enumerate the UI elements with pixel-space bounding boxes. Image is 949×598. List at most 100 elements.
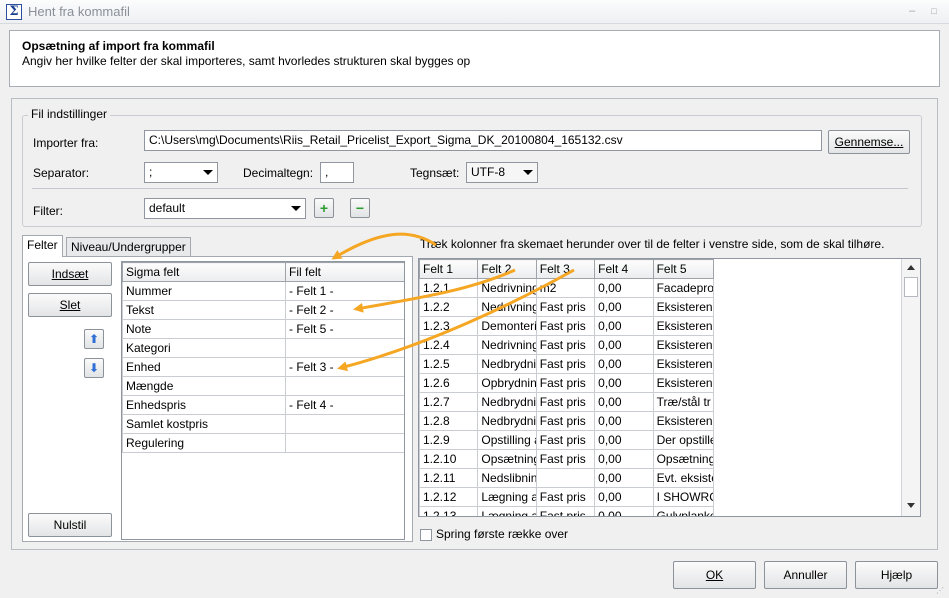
preview-cell[interactable]: Fast pris [535, 354, 596, 374]
preview-cell[interactable]: Nedslibnin [477, 468, 537, 488]
preview-cell[interactable]: Eksisteren [652, 354, 715, 374]
browse-button[interactable]: Gennemse... [828, 130, 910, 154]
sigma-field-cell[interactable]: Note [122, 319, 286, 339]
sigma-field-cell[interactable]: Tekst [122, 300, 286, 320]
preview-cell[interactable]: 1.2.11 [419, 468, 479, 488]
preview-cell[interactable] [535, 468, 596, 488]
preview-cell[interactable]: 1.2.3 [419, 316, 479, 336]
preview-cell[interactable]: Lægning a [477, 487, 537, 507]
column-header-sigma-felt[interactable]: Sigma felt [122, 262, 286, 282]
file-field-cell[interactable]: - Felt 4 - [285, 395, 404, 415]
filter-combo[interactable]: default [144, 198, 306, 219]
cancel-button[interactable]: Annuller [764, 561, 847, 589]
resize-grip[interactable]: ⋰ [936, 586, 946, 596]
preview-cell[interactable]: 1.2.8 [419, 411, 479, 431]
file-field-cell[interactable] [285, 414, 404, 434]
preview-cell[interactable]: 0,00 [594, 449, 654, 469]
sigma-field-cell[interactable]: Mængde [122, 376, 286, 396]
preview-cell[interactable]: 0,00 [594, 354, 654, 374]
preview-cell[interactable]: Nedbrydnir [477, 392, 537, 412]
preview-cell[interactable]: Eksisteren [652, 373, 715, 393]
preview-cell[interactable]: Fast pris [535, 411, 596, 431]
preview-cell[interactable]: 0,00 [594, 278, 654, 298]
charset-combo[interactable]: UTF-8 [466, 162, 538, 183]
preview-cell[interactable]: Nedrivning [477, 278, 537, 298]
preview-cell[interactable]: Demonteri [477, 316, 537, 336]
move-up-button[interactable]: ⬆ [84, 329, 104, 349]
file-field-cell[interactable] [285, 376, 404, 396]
sigma-field-cell[interactable]: Enhed [122, 357, 286, 377]
preview-cell[interactable]: 0,00 [594, 468, 654, 488]
preview-cell[interactable]: Opbrydnin [477, 373, 537, 393]
preview-column-header[interactable]: Felt 2 [477, 259, 537, 279]
preview-cell[interactable]: Fast pris [535, 335, 596, 355]
preview-cell[interactable]: Lægning a [477, 506, 537, 516]
preview-cell[interactable]: Eksisteren [652, 316, 715, 336]
preview-cell[interactable]: 0,00 [594, 297, 654, 317]
preview-cell[interactable]: Fast pris [535, 449, 596, 469]
file-field-cell[interactable]: - Felt 5 - [285, 319, 404, 339]
mapping-row[interactable]: Enhed - Felt 3 - [122, 357, 404, 377]
preview-cell[interactable]: Gulvplanke [652, 506, 715, 516]
preview-cell[interactable]: 1.2.2 [419, 297, 479, 317]
preview-cell[interactable]: 1.2.5 [419, 354, 479, 374]
preview-column-header[interactable]: Felt 3 [535, 259, 596, 279]
preview-cell[interactable]: Fast pris [535, 297, 596, 317]
file-field-cell[interactable]: - Felt 1 - [285, 281, 404, 301]
preview-cell[interactable]: Evt. eksiste [652, 468, 715, 488]
preview-cell[interactable]: 1.2.10 [419, 449, 479, 469]
mapping-row[interactable]: Regulering [122, 433, 404, 453]
preview-cell[interactable]: 0,00 [594, 506, 654, 516]
preview-cell[interactable]: 1.2.6 [419, 373, 479, 393]
separator-combo[interactable]: ; [144, 162, 218, 183]
preview-cell[interactable]: Fast pris [535, 392, 596, 412]
preview-cell[interactable]: Fast pris [535, 430, 596, 450]
mapping-row[interactable]: Kategori [122, 338, 404, 358]
preview-scrollbar[interactable] [901, 259, 920, 516]
preview-cell[interactable]: 1.2.13 [419, 506, 479, 516]
reset-button[interactable]: Nulstil [28, 513, 112, 537]
preview-cell[interactable]: Nedrivning [477, 297, 537, 317]
preview-cell[interactable]: 0,00 [594, 430, 654, 450]
move-down-button[interactable]: ⬇ [84, 358, 104, 378]
mapping-row[interactable]: Enhedspris - Felt 4 - [122, 395, 404, 415]
preview-cell[interactable]: Fast pris [535, 487, 596, 507]
mapping-row[interactable]: Mængde [122, 376, 404, 396]
sigma-field-cell[interactable]: Kategori [122, 338, 286, 358]
preview-cell[interactable]: 0,00 [594, 335, 654, 355]
preview-cell[interactable]: 0,00 [594, 411, 654, 431]
file-field-cell[interactable] [285, 433, 404, 453]
mapping-row[interactable]: Note - Felt 5 - [122, 319, 404, 339]
preview-column-header[interactable]: Felt 4 [594, 259, 654, 279]
maximize-button[interactable]: □ [926, 2, 942, 20]
mapping-row[interactable]: Samlet kostpris [122, 414, 404, 434]
tab-niveau-undergrupper[interactable]: Niveau/Undergrupper [66, 237, 191, 257]
minimize-button[interactable]: – [904, 2, 920, 20]
file-field-cell[interactable] [285, 338, 404, 358]
sigma-field-cell[interactable]: Regulering [122, 433, 286, 453]
preview-cell[interactable]: Der opstille [652, 430, 715, 450]
preview-cell[interactable]: 0,00 [594, 316, 654, 336]
preview-cell[interactable]: 1.2.12 [419, 487, 479, 507]
ok-button[interactable]: OK [673, 561, 756, 589]
remove-filter-button[interactable]: − [350, 198, 370, 218]
preview-cell[interactable]: Nedbrydnir [477, 411, 537, 431]
decimal-field[interactable]: , [320, 162, 354, 183]
preview-cell[interactable]: Fast pris [535, 506, 596, 516]
preview-cell[interactable]: Fast pris [535, 373, 596, 393]
preview-cell[interactable]: Opsætning [477, 449, 537, 469]
mapping-row[interactable]: Tekst - Felt 2 - [122, 300, 404, 320]
column-header-fil-felt[interactable]: Fil felt [285, 262, 404, 282]
sigma-field-cell[interactable]: Enhedspris [122, 395, 286, 415]
preview-column-header[interactable]: Felt 1 [419, 259, 479, 279]
insert-button[interactable]: Indsæt [28, 262, 112, 286]
delete-button[interactable]: Slet [28, 293, 112, 317]
preview-column-header[interactable]: Felt 5 [652, 259, 715, 279]
preview-cell[interactable]: Fast pris [535, 316, 596, 336]
add-filter-button[interactable]: + [314, 198, 334, 218]
import-path-field[interactable]: C:\Users\mg\Documents\Riis_Retail_Pricel… [144, 130, 822, 151]
preview-cell[interactable]: 0,00 [594, 392, 654, 412]
preview-cell[interactable]: 1.2.4 [419, 335, 479, 355]
help-button[interactable]: Hjælp [855, 561, 938, 589]
preview-cell[interactable]: Træ/stål tr [652, 392, 715, 412]
